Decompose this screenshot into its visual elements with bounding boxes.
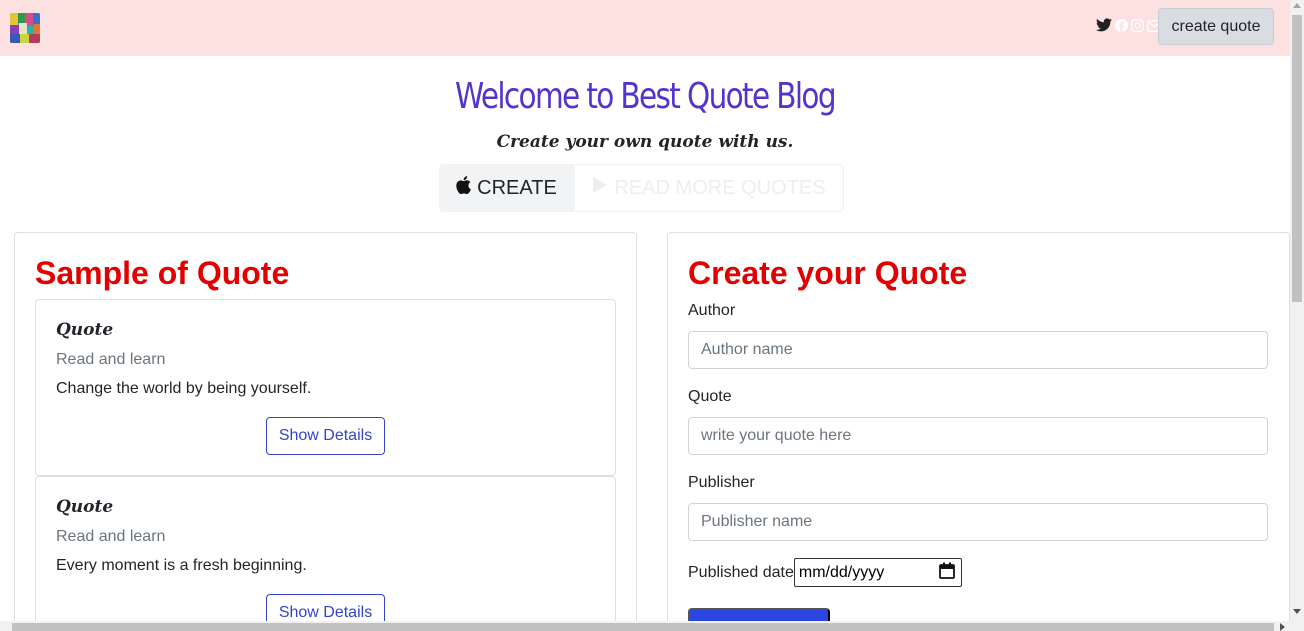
quote-card-title: Quote <box>56 497 114 517</box>
author-input[interactable]: Author name <box>688 331 1268 369</box>
navbar: create quote <box>0 0 1290 56</box>
published-date-row: Published date mm/dd/yyyy <box>688 558 962 587</box>
quote-card-text: Every moment is a fresh beginning. <box>56 557 307 574</box>
vertical-scroll-thumb[interactable] <box>1292 15 1302 302</box>
read-more-label: READ MORE QUOTES <box>614 176 826 199</box>
page-subtitle: Create your own quote with us. <box>496 132 794 152</box>
horizontal-scrollbar[interactable] <box>0 621 1290 631</box>
twitter-icon[interactable] <box>1096 18 1112 37</box>
quote-card-title: Quote <box>56 320 114 340</box>
published-date-input[interactable]: mm/dd/yyyy <box>793 558 962 587</box>
show-details-button[interactable]: Show Details <box>266 417 385 455</box>
read-more-quotes-button[interactable]: READ MORE QUOTES <box>574 164 844 212</box>
quote-card-subtitle: Read and learn <box>56 351 166 368</box>
quote-label: Quote <box>688 388 732 405</box>
publisher-label: Publisher <box>688 474 755 491</box>
facebook-icon[interactable] <box>1115 18 1128 37</box>
create-button[interactable]: CREATE <box>439 164 574 212</box>
quote-card-subtitle: Read and learn <box>56 528 166 545</box>
author-placeholder: Author name <box>701 341 793 358</box>
create-quote-heading: Create your Quote <box>688 255 968 291</box>
social-links <box>1096 18 1162 37</box>
quote-card-text: Change the world by being yourself. <box>56 380 312 397</box>
date-placeholder: mm/dd/yyyy <box>798 563 885 581</box>
vertical-scrollbar[interactable] <box>1290 0 1304 631</box>
quote-card: Quote Read and learn Change the world by… <box>35 299 616 476</box>
publisher-placeholder: Publisher name <box>701 513 813 530</box>
create-button-label: CREATE <box>477 176 557 199</box>
author-label: Author <box>688 302 736 319</box>
page-title: Welcome to Best Quote Blog <box>455 76 837 117</box>
sample-quotes-panel: Sample of Quote Quote Read and learn Cha… <box>14 232 637 631</box>
published-date-label: Published date <box>688 563 794 581</box>
publisher-input[interactable]: Publisher name <box>688 503 1268 541</box>
quote-input[interactable]: write your quote here <box>688 417 1268 455</box>
quote-placeholder: write your quote here <box>701 427 852 444</box>
horizontal-scroll-thumb[interactable] <box>12 623 1274 631</box>
scroll-down-icon[interactable] <box>1293 609 1301 614</box>
create-quote-button[interactable]: create quote <box>1158 8 1274 45</box>
hero-button-group: CREATE READ MORE QUOTES <box>439 164 844 212</box>
logo-icon[interactable] <box>10 13 40 43</box>
create-quote-panel: Create your Quote Author Author name Quo… <box>667 232 1290 631</box>
scroll-right-icon[interactable] <box>1280 623 1285 631</box>
quote-card: Quote Read and learn Every moment is a f… <box>35 476 616 631</box>
apple-icon <box>456 176 471 200</box>
scroll-up-icon[interactable] <box>1293 3 1301 8</box>
sample-quotes-heading: Sample of Quote <box>35 255 290 291</box>
calendar-icon[interactable] <box>938 562 955 584</box>
instagram-icon[interactable] <box>1131 18 1144 37</box>
play-icon <box>592 176 608 200</box>
